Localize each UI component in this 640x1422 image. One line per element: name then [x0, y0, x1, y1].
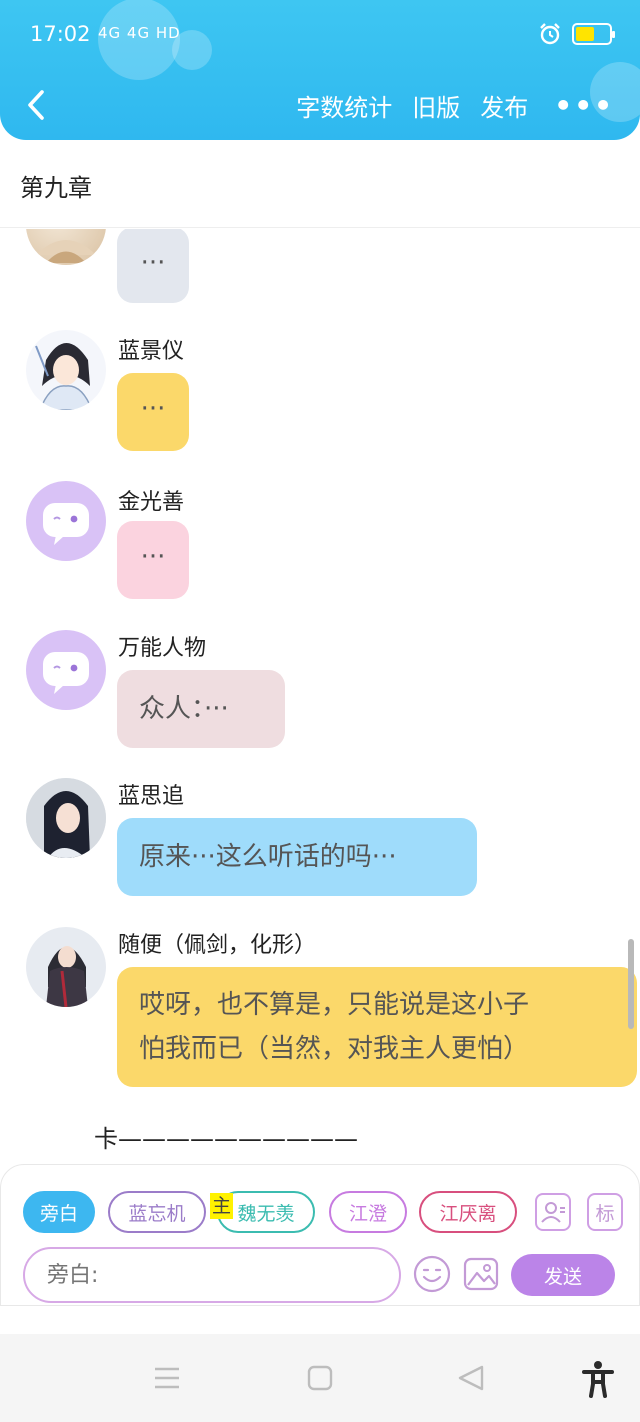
end-marker-text: 卡——————————	[94, 1125, 358, 1153]
message-text-line: 哎呀，也不算是，只能说是这小子	[139, 990, 530, 1020]
accessibility-icon[interactable]	[582, 1360, 614, 1398]
character-avatar[interactable]	[26, 630, 106, 710]
message-text-line: 怕我而已（当然，对我主人更怕）	[139, 1034, 530, 1064]
portrait-image	[26, 778, 106, 858]
chat-bubble-icon	[43, 652, 89, 694]
menu-icon[interactable]	[153, 1365, 181, 1391]
tag-label: 标	[595, 1202, 615, 1225]
sender-name: 金光善	[118, 490, 185, 515]
status-time: 17:02	[30, 22, 91, 46]
role-chip-narrator[interactable]: 旁白	[23, 1191, 95, 1233]
character-avatar[interactable]	[26, 330, 106, 410]
role-chip-label: 江澄	[348, 1202, 387, 1225]
old-version-button[interactable]: 旧版	[412, 88, 460, 123]
message-bubble: ···	[117, 521, 189, 599]
more-icon[interactable]: •••	[554, 89, 614, 122]
main-role-mark: 主	[210, 1193, 234, 1219]
role-chip-lan-wangji[interactable]: 蓝忘机	[108, 1191, 206, 1233]
input-panel: 旁白 蓝忘机 魏无羡 主 江澄 江厌离 标 旁白: 发送	[0, 1164, 640, 1306]
battery-level	[576, 27, 594, 41]
portrait-image	[46, 946, 88, 1007]
publish-button[interactable]: 发布	[480, 88, 528, 123]
sender-name: 蓝景仪	[118, 339, 185, 364]
role-chip-label: 魏无羡	[237, 1202, 295, 1225]
alarm-icon	[540, 23, 560, 45]
tag-button[interactable]: 标	[587, 1193, 623, 1231]
sender-name: 随便（佩剑，化形）	[118, 933, 317, 958]
contact-card-icon[interactable]	[535, 1193, 571, 1231]
message-text: 原来···这么听话的吗···	[139, 842, 397, 872]
status-right	[538, 22, 615, 46]
role-chip-jiang-cheng[interactable]: 江澄	[329, 1191, 407, 1233]
chat-bubble-icon	[43, 503, 89, 545]
character-avatar[interactable]	[26, 229, 106, 265]
message-input[interactable]	[23, 1247, 401, 1303]
send-button[interactable]: 发送	[511, 1254, 615, 1296]
word-count-button[interactable]: 字数统计	[296, 88, 392, 123]
role-chip-label: 蓝忘机	[128, 1202, 186, 1225]
panel-footer	[0, 1306, 640, 1334]
message-bubble: 原来···这么听话的吗···	[117, 818, 477, 896]
message-bubble: 哎呀，也不算是，只能说是这小子 怕我而已（当然，对我主人更怕）	[117, 967, 637, 1087]
message-bubble: 众人：···	[117, 670, 285, 748]
home-icon[interactable]	[307, 1365, 333, 1391]
scrollbar-thumb[interactable]	[628, 939, 634, 1029]
chat-list[interactable]: ··· 蓝景仪 ··· 金光善 ··· 万能人物 众人：··· 蓝思追 原来··…	[0, 229, 640, 1164]
emoji-icon[interactable]	[413, 1255, 451, 1293]
contact-glyph	[541, 1202, 565, 1223]
role-chip-label: 旁白	[39, 1202, 78, 1225]
system-navigation-bar	[0, 1334, 640, 1422]
sender-name: 蓝思追	[118, 784, 185, 809]
chapter-title[interactable]: 第九章	[20, 168, 92, 203]
role-chip-jiang-yanli[interactable]: 江厌离	[419, 1191, 517, 1233]
chapter-bar: 第九章	[0, 140, 640, 228]
message-bubble: ···	[117, 229, 189, 303]
message-text: ···	[140, 248, 166, 278]
app-screen: 17:02 4G 4G HD 字数统计 旧版 发布 ••• 第九章 ··· 蓝景…	[0, 0, 640, 1422]
character-avatar[interactable]	[26, 481, 106, 561]
message-text: 众人：···	[139, 694, 229, 724]
battery-icon	[572, 23, 615, 45]
image-icon[interactable]	[462, 1255, 500, 1293]
sender-name: 万能人物	[118, 636, 207, 661]
character-avatar[interactable]	[26, 927, 106, 1007]
portrait-image	[36, 240, 96, 263]
network-indicator: 4G 4G HD	[98, 24, 181, 42]
top-header: 17:02 4G 4G HD 字数统计 旧版 发布 •••	[0, 0, 640, 140]
back-triangle-icon[interactable]	[456, 1364, 486, 1392]
message-text: ···	[140, 542, 166, 572]
back-chevron-icon[interactable]	[22, 88, 52, 122]
role-chip-label: 江厌离	[439, 1202, 497, 1225]
message-bubble: ···	[117, 373, 189, 451]
header-actions: 字数统计 旧版 发布 •••	[296, 88, 614, 123]
portrait-image	[35, 343, 93, 410]
character-avatar[interactable]	[26, 778, 106, 858]
message-text: ···	[140, 394, 166, 424]
